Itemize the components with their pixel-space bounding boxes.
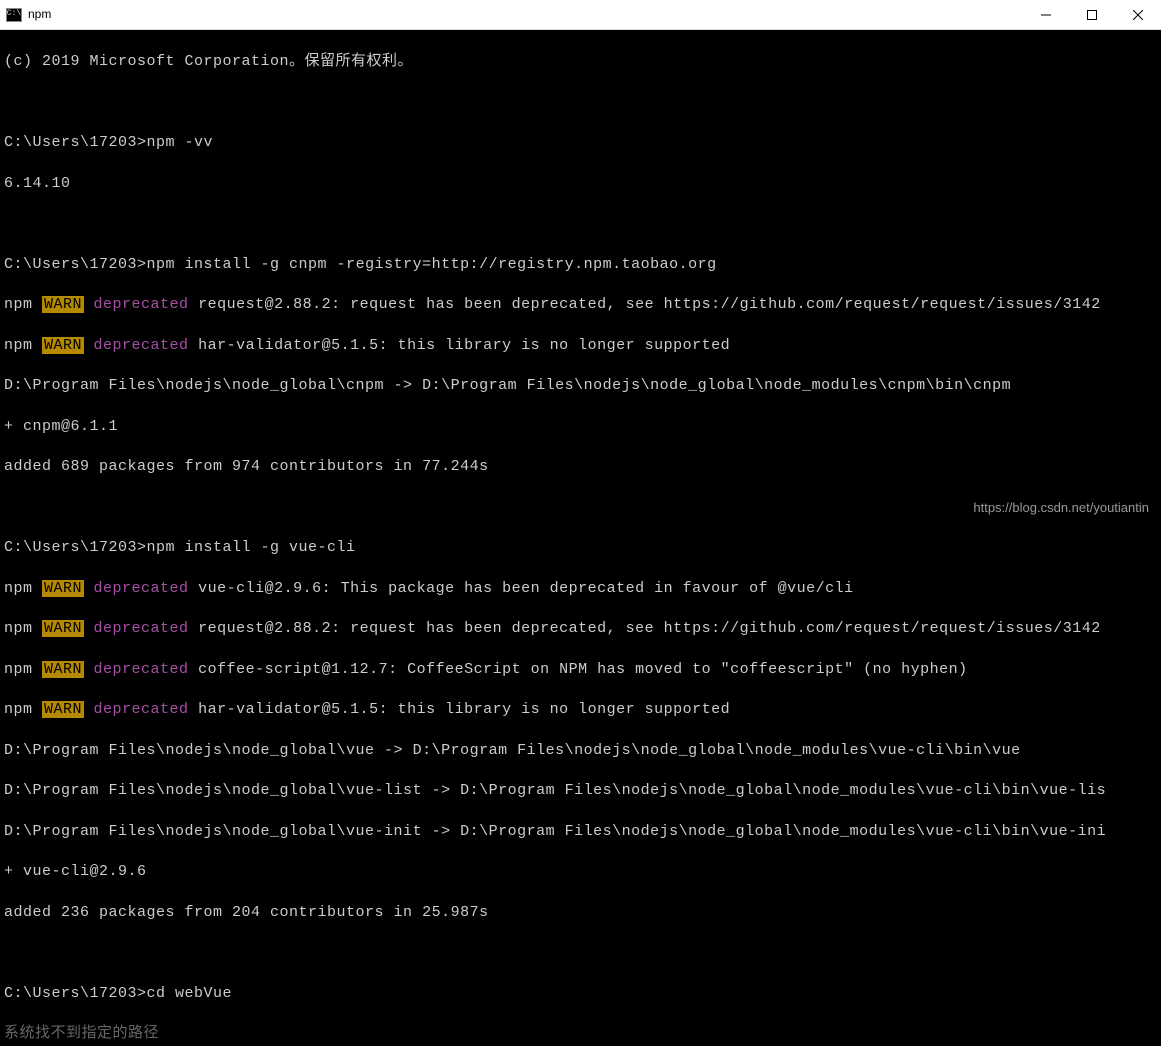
blank-line [4,943,1157,963]
deprecated-label: deprecated [84,580,189,597]
prompt-line: C:\Users\17203>cd webVue [4,984,1157,1004]
command: npm install -g cnpm -registry=http://reg… [147,256,717,273]
output-line: D:\Program Files\nodejs\node_global\vue … [4,741,1157,761]
deprecated-msg: har-validator@5.1.5: this library is no … [189,337,731,354]
output-line: added 236 packages from 204 contributors… [4,903,1157,923]
deprecated-msg: har-validator@5.1.5: this library is no … [189,701,731,718]
warn-badge: WARN [42,701,84,718]
minimize-icon [1041,10,1051,20]
prompt-line: C:\Users\17203>npm install -g cnpm -regi… [4,255,1157,275]
maximize-button[interactable] [1069,0,1115,30]
close-button[interactable] [1115,0,1161,30]
cmd-icon: C:\ [6,8,22,22]
minimize-button[interactable] [1023,0,1069,30]
window-controls [1023,0,1161,30]
warn-badge: WARN [42,296,84,313]
output-line: 6.14.10 [4,174,1157,194]
warn-line: npm WARN deprecated har-validator@5.1.5:… [4,700,1157,720]
output-line: D:\Program Files\nodejs\node_global\vue-… [4,781,1157,801]
deprecated-label: deprecated [84,661,189,678]
warn-badge: WARN [42,620,84,637]
prompt: C:\Users\17203> [4,985,147,1002]
output-line: D:\Program Files\nodejs\node_global\vue-… [4,822,1157,842]
npm-label: npm [4,580,42,597]
deprecated-label: deprecated [84,701,189,718]
prompt: C:\Users\17203> [4,256,147,273]
watermark: https://blog.csdn.net/youtiantin [973,499,1149,517]
npm-label: npm [4,337,42,354]
window-title: npm [28,6,51,22]
output-line: 系统找不到指定的路径 [4,1024,1157,1044]
warn-line: npm WARN deprecated vue-cli@2.9.6: This … [4,579,1157,599]
blank-line [4,93,1157,113]
deprecated-label: deprecated [84,337,189,354]
prompt-line: C:\Users\17203>npm -vv [4,133,1157,153]
command: cd webVue [147,985,233,1002]
command: npm -vv [147,134,214,151]
command: npm install -g vue-cli [147,539,356,556]
maximize-icon [1087,10,1097,20]
warn-line: npm WARN deprecated request@2.88.2: requ… [4,295,1157,315]
npm-label: npm [4,701,42,718]
window-titlebar: C:\ npm [0,0,1161,30]
deprecated-msg: request@2.88.2: request has been depreca… [189,620,1101,637]
warn-badge: WARN [42,580,84,597]
warn-line: npm WARN deprecated request@2.88.2: requ… [4,619,1157,639]
warn-line: npm WARN deprecated har-validator@5.1.5:… [4,336,1157,356]
deprecated-msg: coffee-script@1.12.7: CoffeeScript on NP… [189,661,968,678]
close-icon [1133,10,1143,20]
deprecated-label: deprecated [84,620,189,637]
output-line: + vue-cli@2.9.6 [4,862,1157,882]
blank-line [4,214,1157,234]
warn-badge: WARN [42,661,84,678]
prompt: C:\Users\17203> [4,134,147,151]
titlebar-left: C:\ npm [6,6,51,22]
deprecated-msg: request@2.88.2: request has been depreca… [189,296,1101,313]
copyright-line: (c) 2019 Microsoft Corporation。保留所有权利。 [4,52,1157,72]
output-line: added 689 packages from 974 contributors… [4,457,1157,477]
prompt: C:\Users\17203> [4,539,147,556]
deprecated-label: deprecated [84,296,189,313]
npm-label: npm [4,296,42,313]
output-line: D:\Program Files\nodejs\node_global\cnpm… [4,376,1157,396]
terminal-output[interactable]: (c) 2019 Microsoft Corporation。保留所有权利。 C… [0,30,1161,1046]
deprecated-msg: vue-cli@2.9.6: This package has been dep… [189,580,854,597]
warn-badge: WARN [42,337,84,354]
prompt-line: C:\Users\17203>npm install -g vue-cli [4,538,1157,558]
npm-label: npm [4,661,42,678]
output-line: + cnpm@6.1.1 [4,417,1157,437]
warn-line: npm WARN deprecated coffee-script@1.12.7… [4,660,1157,680]
npm-label: npm [4,620,42,637]
